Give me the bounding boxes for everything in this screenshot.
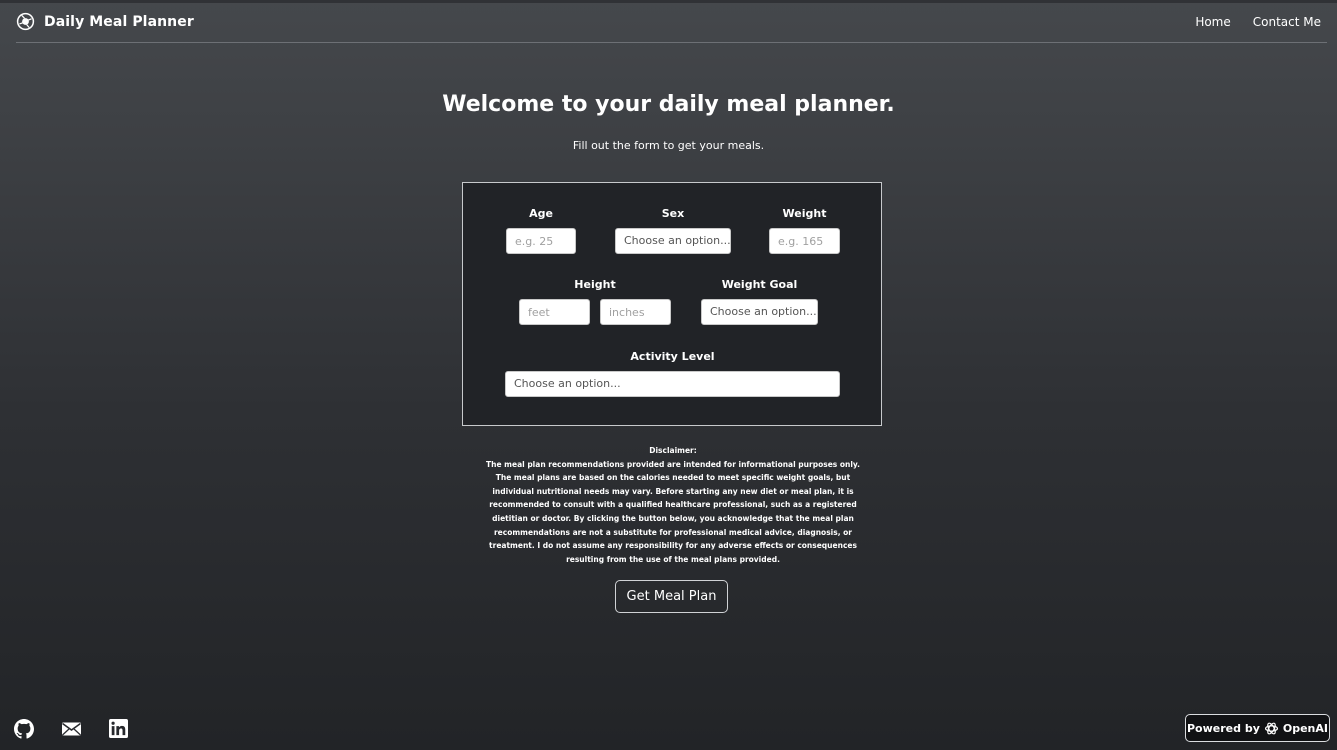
weight-goal-select[interactable]: Choose an option... [701,299,818,325]
height-label: Height [574,278,616,291]
weight-label: Weight [782,207,827,220]
openai-brand-label: OpenAI [1282,721,1328,735]
nav-links: Home Contact Me [1195,15,1321,29]
page-subtitle: Fill out the form to get your meals. [572,139,765,152]
aperture-icon [16,12,35,31]
disclaimer-body: The meal plan recommendations provided a… [486,459,860,564]
age-label: Age [529,207,553,220]
powered-by-label: Powered by [1187,721,1260,735]
app-title: Daily Meal Planner [44,13,194,30]
nav-contact-link[interactable]: Contact Me [1253,15,1321,29]
disclaimer: Disclaimer: The meal plan recommendation… [483,444,863,566]
height-feet-input[interactable] [519,299,590,325]
github-icon[interactable] [14,719,34,739]
nav-home-link[interactable]: Home [1195,15,1230,29]
linkedin-icon[interactable] [109,719,128,738]
age-input[interactable] [506,228,576,254]
navbar: Daily Meal Planner Home Contact Me [16,3,1327,43]
meal-form: Age Sex Choose an option... Weight Heigh… [462,182,882,426]
height-inches-input[interactable] [600,299,671,325]
disclaimer-title: Disclaimer: [649,446,697,455]
sex-label: Sex [661,207,685,220]
powered-by-openai-badge[interactable]: Powered by OpenAI [1185,714,1330,742]
get-meal-plan-button[interactable]: Get Meal Plan [615,580,728,613]
page-title: Welcome to your daily meal planner. [442,92,895,117]
sex-select[interactable]: Choose an option... [615,228,731,254]
activity-level-label: Activity Level [630,350,715,363]
activity-level-select[interactable]: Choose an option... [505,371,840,397]
email-icon[interactable] [61,719,82,739]
openai-icon [1264,722,1278,734]
weight-goal-label: Weight Goal [721,278,798,291]
brand[interactable]: Daily Meal Planner [16,12,194,31]
weight-input[interactable] [769,228,840,254]
